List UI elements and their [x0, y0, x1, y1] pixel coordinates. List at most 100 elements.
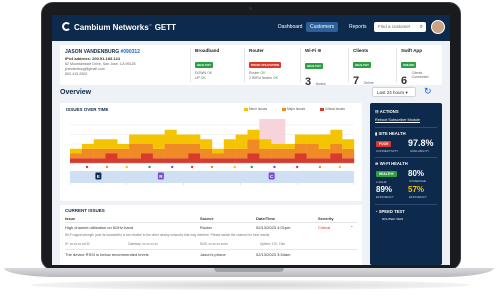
chart-bar-minor-issues — [105, 139, 118, 149]
chart-marker-label: E — [97, 174, 100, 179]
chart-bar-minor-issues — [294, 134, 307, 144]
nav-dashboard[interactable]: Dashboard — [278, 24, 302, 30]
router-line1-status: OK — [260, 71, 266, 75]
chart-bar-critical-issues — [212, 158, 225, 163]
chart-bar-minor-issues — [152, 134, 165, 149]
col-issue[interactable]: Issue — [65, 216, 75, 221]
reboot-link[interactable]: Reboot Subscriber Module — [375, 118, 420, 122]
screen: Cambium Networks™ GETT Dashboard Customer… — [52, 15, 450, 265]
site-health-availability: 97.8% — [408, 138, 434, 148]
laptop-stage: Cambium Networks™ GETT Dashboard Customer… — [0, 0, 498, 302]
customer-search-input[interactable]: Find a customer ⌕ — [374, 22, 426, 32]
chart-bar-major-issues — [200, 148, 213, 159]
col-source[interactable]: Source — [200, 216, 214, 221]
broadband-down-label: DOWN — [195, 71, 207, 75]
wifi-health-title-text: WI-FI HEALTH — [379, 161, 408, 166]
issues-chart-panel: ERC ISSUES OVER TIME Minor Issues Major … — [60, 103, 362, 201]
broadband-up-status: OK — [200, 76, 206, 80]
chart-bar-critical-issues — [283, 158, 296, 163]
chart-bar-minor-issues — [247, 129, 260, 140]
chart-bar-critical-issues — [141, 153, 154, 163]
clients-card[interactable]: Clients HEALTHY 7 Online — [348, 48, 392, 87]
wifi-node-count: 3 — [305, 76, 312, 88]
time-range-select[interactable]: Last 24 hours ▾ — [372, 87, 416, 97]
right-sidebar: ☷ ACTIONS Reboot Subscriber Module ▮ SIT… — [370, 103, 442, 265]
swift-count: 6 — [401, 75, 408, 87]
chart-bar-critical-issues — [117, 158, 130, 163]
chart-bar-major-issues — [81, 148, 94, 159]
refresh-icon[interactable]: ↻ — [424, 86, 432, 97]
chart-bar-minor-issues — [200, 139, 213, 149]
issue-detail-text: Wi-Fi signal strength (and its bandwidth… — [65, 233, 271, 237]
wifi-health-coverage-label: COVERAGE — [409, 179, 427, 183]
chart-bar-minor-issues — [188, 134, 201, 144]
issue-row-1-severity: Critical — [318, 225, 331, 230]
brand-name: Cambium Networks — [74, 23, 149, 32]
site-health-availability-label: AVAILABILITY — [410, 149, 430, 153]
nav-customers[interactable]: Customers — [306, 22, 339, 32]
site-health-icon: ▮ — [375, 131, 378, 136]
issue-row-2-issue[interactable]: The device RSSI is below recommended lev… — [65, 252, 149, 257]
swift-label: Clients Connected — [411, 71, 429, 79]
chevron-up-icon[interactable]: ⌃ — [350, 225, 353, 230]
chart-bar-major-issues — [152, 148, 165, 159]
search-placeholder: Find a customer — [378, 24, 411, 29]
brand-logo[interactable]: Cambium Networks™ GETT — [62, 22, 176, 32]
broadband-up-label: UP — [195, 76, 200, 80]
chart-bar-major-issues — [342, 148, 355, 159]
chart-event-dot — [105, 165, 109, 169]
chart-bar-minor-issues — [283, 144, 296, 149]
wifi-health-icon: ≋ — [375, 161, 379, 166]
col-severity[interactable]: Severity — [318, 216, 334, 221]
issue-row-2-datetime: 02/13/2023 3:54am — [256, 252, 291, 257]
subscriber-email: jvandenburg@gmail.com — [65, 67, 105, 71]
chart-bar-critical-issues — [129, 158, 142, 163]
detail-ip: IP: xx.xx.xx.xx/32 — [65, 242, 90, 246]
chart-bar-major-issues — [141, 144, 154, 154]
chart-bar-critical-issues — [152, 158, 165, 163]
legend-critical: Critical Issues — [320, 107, 345, 111]
actions-title: ☷ ACTIONS — [375, 109, 399, 114]
chart-bar-major-issues — [235, 148, 248, 159]
router-card[interactable]: Router POOR UTILIZATION Router OK 2 WiFi… — [244, 48, 296, 82]
wifi-health-efficiency-b-label: EFFICIENCY — [409, 195, 427, 199]
subscriber-name-text: JASON VANDENBURG — [65, 49, 120, 55]
legend-major: Major Issues — [282, 107, 305, 111]
router-line2: 2 WiFi4 Nodes — [249, 76, 272, 80]
swift-card[interactable]: Swift App ONLINE 6 Clients Connected — [396, 48, 442, 87]
issue-row-1-issue[interactable]: High channel utilization on 5GHz band — [65, 225, 133, 230]
chart-bar-minor-issues — [70, 148, 83, 154]
chart-event-dot — [125, 165, 128, 169]
site-health-title-text: SITE HEALTH — [378, 131, 406, 136]
search-icon[interactable]: ⌕ — [420, 22, 423, 32]
chart-bar-major-issues — [283, 148, 296, 159]
chart-bar-major-issues — [129, 144, 142, 159]
chart-event-dot — [318, 165, 322, 169]
user-avatar[interactable] — [431, 20, 445, 34]
chart-bar-critical-issues — [342, 158, 355, 163]
chart-event-dot — [190, 165, 194, 169]
chart-bar-minor-issues — [223, 139, 236, 149]
subscriber-ip: IPv4 address: 200.91.183.124 — [65, 56, 120, 61]
broadband-badge: HEALTHY — [195, 62, 213, 68]
clients-count: 7 — [353, 75, 360, 87]
nav-reports[interactable]: Reports — [349, 24, 367, 30]
speed-test-title-text: SPEED TEST — [378, 209, 405, 214]
chart-bar-minor-issues — [117, 144, 130, 149]
actions-icon: ☷ — [375, 109, 379, 114]
subscriber-name: JASON VANDENBURG #090312 — [65, 49, 140, 55]
chart-bar-minor-issues — [342, 139, 355, 149]
legend-minor: Minor Issues — [244, 107, 267, 111]
wifi-card[interactable]: Wi-Fi ≋ HEALTHY 3 Nodes — [300, 48, 344, 88]
wifi-node-label: Nodes — [315, 82, 326, 86]
wifi-health-coverage: 80% — [408, 169, 425, 178]
laptop-shadow — [30, 280, 470, 290]
overview-title: Overview — [60, 89, 92, 96]
row-divider — [65, 249, 357, 250]
col-datetime[interactable]: Date/Time — [256, 216, 275, 221]
broadband-card[interactable]: Broadband HEALTHY DOWN OK UP OK — [190, 48, 240, 82]
speed-test-icon: ◔ — [375, 209, 378, 214]
chart-bar-critical-issues — [188, 153, 201, 163]
chart-event-dot — [148, 165, 151, 169]
subscriber-id[interactable]: #090312 — [120, 49, 139, 55]
